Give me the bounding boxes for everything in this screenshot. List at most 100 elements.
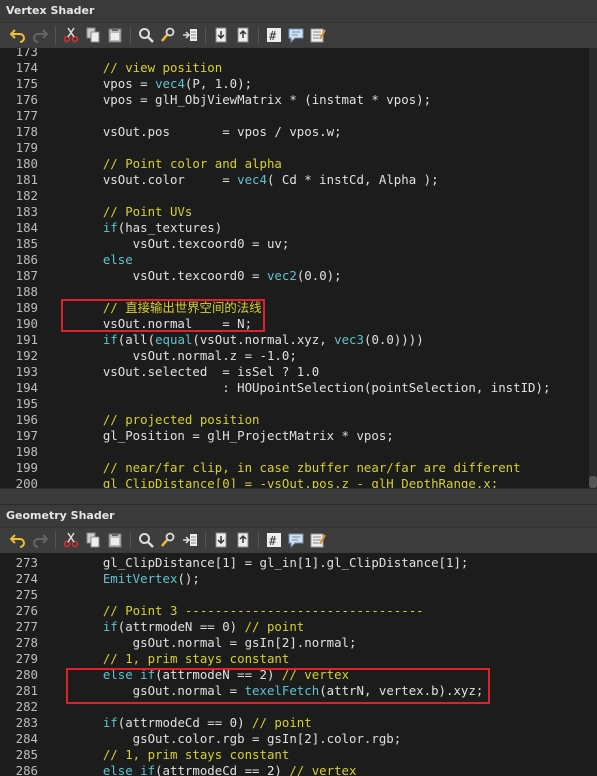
code-line[interactable]: 198 [0, 444, 597, 460]
line-number: 197 [15, 428, 38, 443]
replace-icon[interactable] [158, 530, 178, 550]
code-line[interactable]: 185 vsOut.texcoord0 = uv; [0, 236, 597, 252]
line-number: 285 [15, 747, 38, 762]
code-line[interactable]: 275 [0, 587, 597, 603]
code-token: (P, 1.0); [184, 76, 253, 91]
import-icon[interactable] [211, 530, 231, 550]
code-token: vsOut.color = [73, 172, 238, 187]
vertex-code-editor[interactable]: 173 174 // view position 175 vpos = vec4(P… [0, 48, 597, 488]
code-token: vsOut.texcoord0 = uv; [73, 236, 290, 251]
code-line[interactable]: 276 // Point 3 -------------------------… [0, 603, 597, 619]
comment-icon[interactable]: # [264, 25, 284, 45]
code-text: // Point UVs [73, 204, 193, 220]
paste-icon[interactable] [105, 530, 125, 550]
find-icon[interactable] [136, 25, 156, 45]
code-line[interactable]: 182 [0, 188, 597, 204]
uncomment-icon[interactable] [286, 530, 306, 550]
comment-icon[interactable]: # [264, 530, 284, 550]
code-keyword: else if [102, 763, 156, 776]
code-text: vsOut.pos = vpos / vpos.w; [73, 124, 342, 140]
undo-icon[interactable] [8, 25, 28, 45]
edit-icon[interactable] [308, 25, 328, 45]
redo-icon[interactable] [30, 530, 50, 550]
scrollbar-thumb[interactable] [589, 476, 597, 488]
code-line[interactable]: 181 vsOut.color = vec4( Cd * instCd, Alp… [0, 172, 597, 188]
code-line[interactable]: 286 else if(attrmodeCd == 2) // vertex [0, 763, 597, 776]
code-line[interactable]: 175 vpos = vec4(P, 1.0); [0, 76, 597, 92]
line-number: 174 [15, 60, 38, 75]
code-keyword: vec3 [334, 332, 364, 347]
line-number: 284 [15, 731, 38, 746]
export-icon[interactable] [233, 25, 253, 45]
svg-text:#: # [269, 534, 277, 548]
code-line[interactable]: 180 // Point color and alpha [0, 156, 597, 172]
code-line[interactable]: 279 // 1, prim stays constant [0, 651, 597, 667]
code-text: if(has_textures) [73, 220, 222, 236]
redo-icon[interactable] [30, 25, 50, 45]
code-line[interactable]: 194 : HOUpointSelection(pointSelection, … [0, 380, 597, 396]
geometry-code-editor[interactable]: 273 gl_ClipDistance[1] = gl_in[1].gl_Cli… [0, 553, 597, 776]
code-text: // Point 3 -----------------------------… [73, 603, 424, 619]
panel-divider[interactable] [0, 488, 597, 505]
code-line[interactable]: 188 [0, 284, 597, 300]
code-line[interactable]: 184 if(has_textures) [0, 220, 597, 236]
code-token: vsOut.normal.z = -1.0; [73, 348, 297, 363]
code-line[interactable]: 177 [0, 108, 597, 124]
cut-icon[interactable] [61, 530, 81, 550]
code-line[interactable]: 278 gsOut.normal = gsIn[2].normal; [0, 635, 597, 651]
code-line[interactable]: 179 [0, 140, 597, 156]
line-number: 184 [15, 220, 38, 235]
export-icon[interactable] [233, 530, 253, 550]
code-line[interactable]: 199 // near/far clip, in case zbuffer ne… [0, 460, 597, 476]
line-number: 182 [15, 188, 38, 203]
line-number: 181 [15, 172, 38, 187]
code-text: else if(attrmodeCd == 2) // vertex [73, 763, 357, 776]
code-line[interactable]: 187 vsOut.texcoord0 = vec2(0.0); [0, 268, 597, 284]
code-line[interactable]: 197 gl_Position = glH_ProjectMatrix * vp… [0, 428, 597, 444]
line-number: 193 [15, 364, 38, 379]
edit-icon[interactable] [308, 530, 328, 550]
code-line[interactable]: 277 if(attrmodeN == 0) // point [0, 619, 597, 635]
toolbar-separator [55, 531, 56, 549]
code-line[interactable]: 200 gl_ClipDistance[0] = -vsOut.pos.z - … [0, 476, 597, 488]
code-token: ( Cd * instCd, Alpha ); [266, 172, 439, 187]
vertical-scrollbar[interactable] [589, 48, 597, 488]
replace-icon[interactable] [158, 25, 178, 45]
goto-line-icon[interactable] [180, 25, 200, 45]
code-line[interactable]: 274 EmitVertex(); [0, 571, 597, 587]
code-line[interactable]: 273 gl_ClipDistance[1] = gl_in[1].gl_Cli… [0, 555, 597, 571]
code-line[interactable]: 174 // view position [0, 60, 597, 76]
code-line[interactable]: 285 // 1, prim stays constant [0, 747, 597, 763]
code-line[interactable]: 176 vpos = glH_ObjViewMatrix * (instmat … [0, 92, 597, 108]
code-line[interactable]: 186 else [0, 252, 597, 268]
code-line[interactable]: 183 // Point UVs [0, 204, 597, 220]
copy-icon[interactable] [83, 25, 103, 45]
code-line[interactable]: 173 [0, 48, 597, 60]
import-icon[interactable] [211, 25, 231, 45]
line-number: 192 [15, 348, 38, 363]
paste-icon[interactable] [105, 25, 125, 45]
line-number: 190 [15, 316, 38, 331]
code-line[interactable]: 193 vsOut.selected = isSel ? 1.0 [0, 364, 597, 380]
copy-icon[interactable] [83, 530, 103, 550]
code-line[interactable]: 178 vsOut.pos = vpos / vpos.w; [0, 124, 597, 140]
uncomment-icon[interactable] [286, 25, 306, 45]
find-icon[interactable] [136, 530, 156, 550]
goto-line-icon[interactable] [180, 530, 200, 550]
code-line[interactable]: 284 gsOut.color.rgb = gsIn[2].color.rgb; [0, 731, 597, 747]
toolbar-separator [130, 531, 131, 549]
code-line[interactable]: 196 // projected position [0, 412, 597, 428]
code-line[interactable]: 192 vsOut.normal.z = -1.0; [0, 348, 597, 364]
code-line[interactable]: 195 [0, 396, 597, 412]
code-text: vpos = glH_ObjViewMatrix * (instmat * vp… [73, 92, 431, 108]
cut-icon[interactable] [61, 25, 81, 45]
line-number: 188 [15, 284, 38, 299]
code-line[interactable]: 283 if(attrmodeCd == 0) // point [0, 715, 597, 731]
code-token: gl_Position = glH_ProjectMatrix * vpos; [73, 428, 394, 443]
code-line[interactable]: 191 if(all(equal(vsOut.normal.xyz, vec3(… [0, 332, 597, 348]
vertex-toolbar: # [0, 22, 597, 47]
undo-icon[interactable] [8, 530, 28, 550]
